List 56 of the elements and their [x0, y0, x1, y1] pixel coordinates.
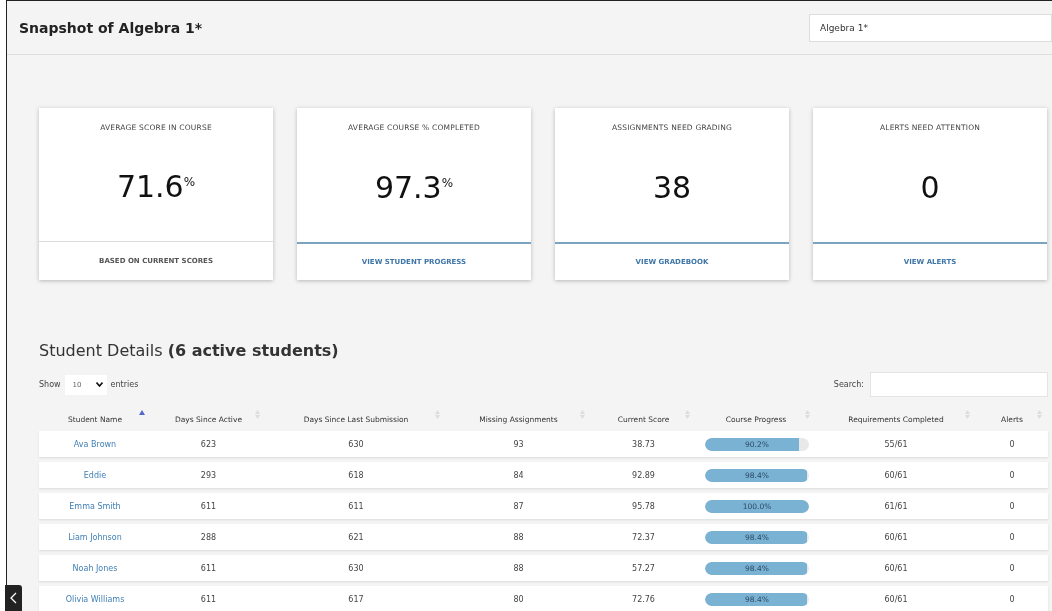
- chevron-down-icon: [95, 382, 103, 387]
- table-cell-text: 611: [199, 501, 218, 511]
- card-value: 71.6$^{%}$: [116, 169, 196, 204]
- student-link[interactable]: Eddie: [39, 470, 151, 480]
- collapse-button[interactable]: [5, 585, 22, 611]
- student-link[interactable]: Emma Smith: [39, 501, 151, 511]
- table-cell-text: 61/61: [883, 501, 909, 511]
- table-cell-text: 60/61: [883, 470, 909, 480]
- table-cell-text: 92.89: [631, 470, 656, 480]
- student-link[interactable]: Olivia Williams: [39, 594, 151, 604]
- table-cell-text: 630: [347, 439, 365, 449]
- table-cell-text: 72.76: [631, 594, 656, 604]
- student-link[interactable]: Noah Jones: [39, 563, 151, 573]
- table-cell-text: 630: [347, 563, 365, 573]
- search-label: Search:: [833, 380, 864, 389]
- student-link[interactable]: Liam Johnson: [39, 532, 151, 542]
- table-cell-text: 60/61: [883, 563, 909, 573]
- table-cell-text: 617: [347, 594, 365, 604]
- card-value: 38: [652, 169, 692, 205]
- table-cell-text: 0: [1008, 501, 1016, 511]
- table-cell-text: 80: [512, 594, 525, 604]
- table-cell-text: 623: [199, 439, 218, 449]
- course-select[interactable]: Algebra 1*: [809, 13, 1052, 42]
- card-value: 97.3$^{%}$: [374, 169, 454, 205]
- table-cell-text: 60/61: [883, 532, 909, 542]
- table-cell-text: 93: [512, 439, 525, 449]
- page-title: Snapshot of Algebra 1*: [19, 19, 203, 36]
- table-cell-text: 293: [199, 470, 218, 480]
- table-cell-text: 0: [1008, 470, 1016, 480]
- table-cell-text: 618: [347, 470, 365, 480]
- table-cell-text: 88: [512, 563, 525, 573]
- table-cell-text: 84: [512, 470, 525, 480]
- table-cell-text: 88: [512, 532, 525, 542]
- table-cell-text: 0: [1008, 439, 1016, 449]
- table-cell-text: 611: [199, 563, 218, 573]
- section-heading: Student Details (6 active students): [39, 341, 340, 360]
- table-cell-text: 621: [347, 532, 365, 542]
- table-cell-text: 55/61: [883, 439, 909, 449]
- search-field[interactable]: [870, 372, 1048, 397]
- table-cell-text: 611: [199, 594, 218, 604]
- table-cell-text: 0: [1008, 563, 1016, 573]
- table-cell-text: 611: [347, 501, 365, 511]
- table-cell-text: 60/61: [883, 594, 909, 604]
- chevron-left-icon: [10, 592, 17, 604]
- entries-label: entries: [110, 380, 139, 389]
- show-label: Show: [39, 380, 61, 389]
- table-cell-text: 95.78: [631, 501, 656, 511]
- table-cell-text: 0: [1008, 532, 1016, 542]
- table-cell-text: 87: [512, 501, 525, 511]
- student-link[interactable]: Ava Brown: [39, 439, 151, 449]
- card-value: 0: [920, 169, 940, 205]
- table-cell-text: 288: [199, 532, 218, 542]
- table-cell-text: 72.37: [631, 532, 656, 542]
- table-cell-text: 38.73: [631, 439, 656, 449]
- table-cell-text: 57.27: [631, 563, 656, 573]
- table-cell-text: 0: [1008, 594, 1016, 604]
